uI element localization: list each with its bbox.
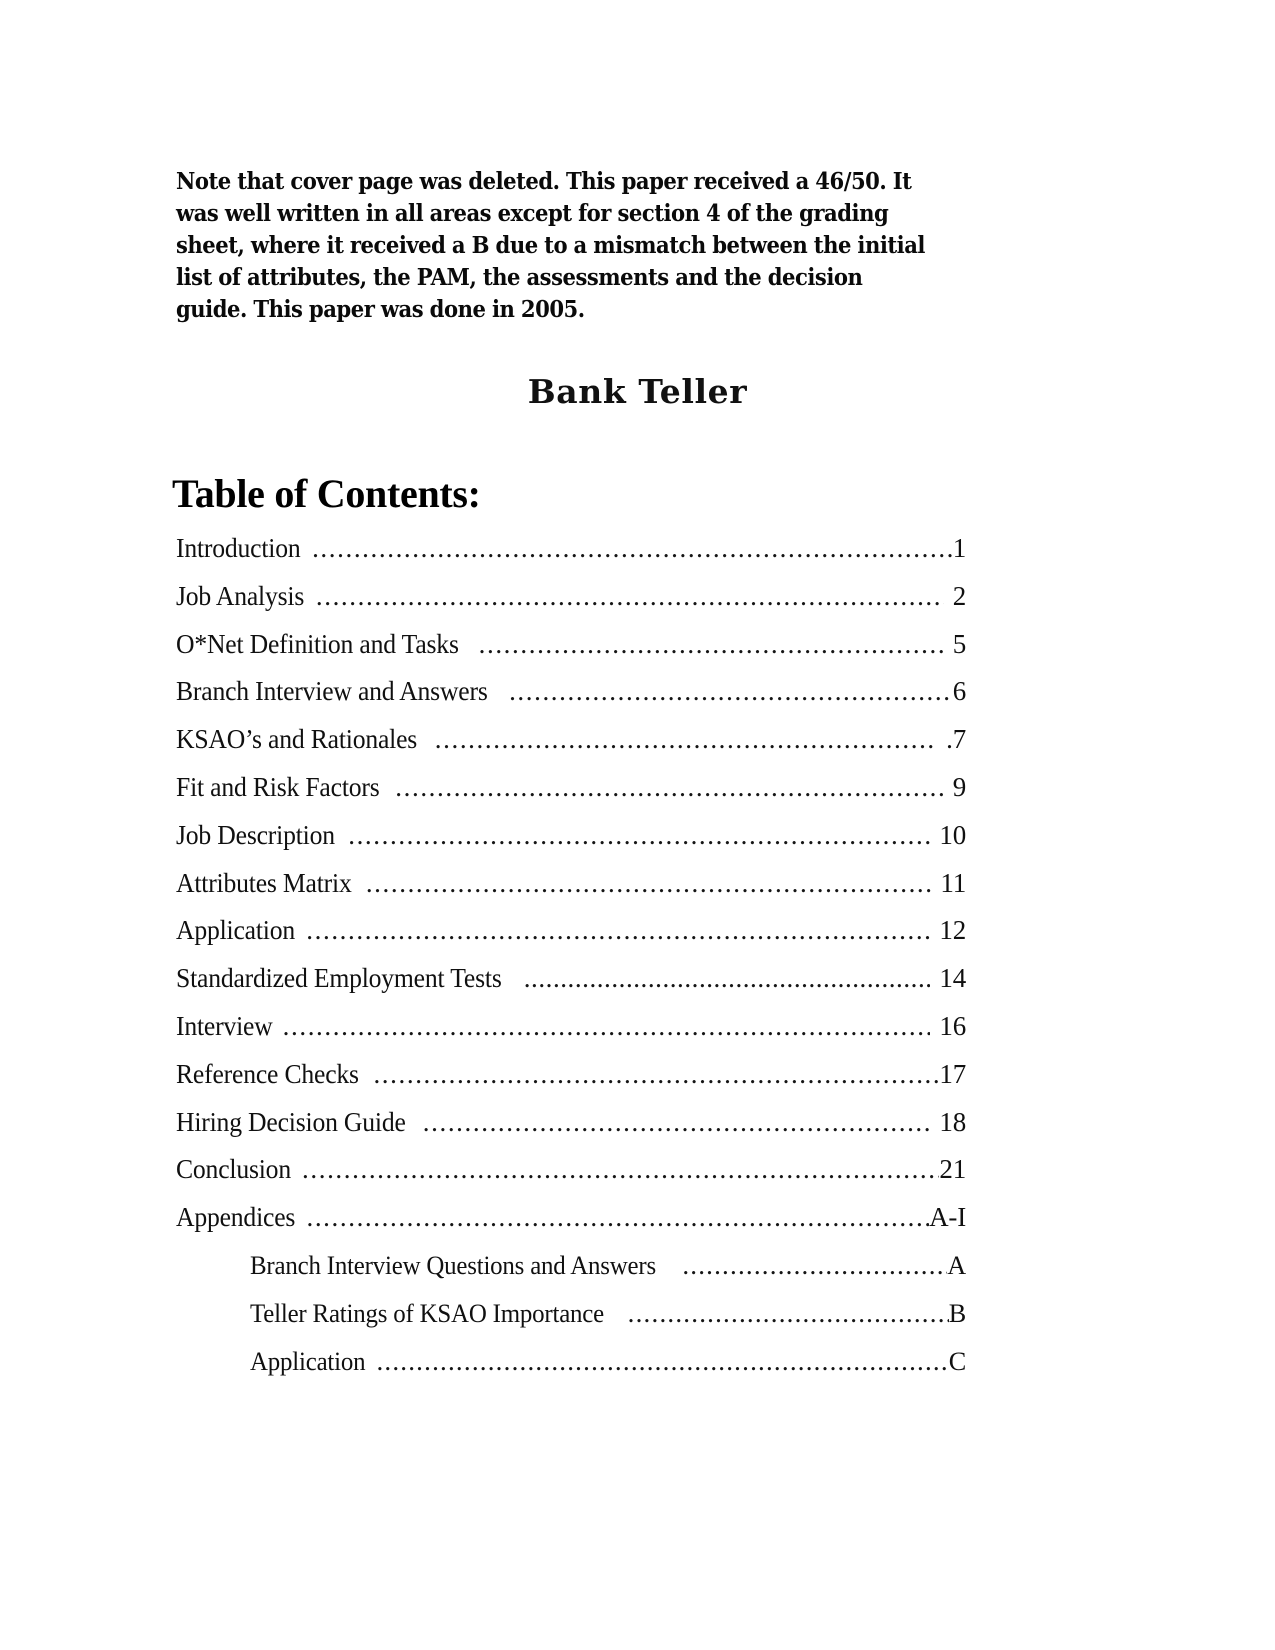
toc-entry-page: 14	[939, 963, 966, 994]
toc-entry[interactable]: Introduction 1	[176, 533, 966, 581]
toc-entry-label: Branch Interview and Answers	[176, 676, 488, 707]
toc-entry-label: Introduction	[176, 533, 301, 563]
toc-entry-page: A	[947, 1250, 966, 1280]
toc-dot-leader	[302, 1154, 939, 1185]
toc-entry-label: Standardized Employment Tests	[176, 963, 502, 994]
toc-entry[interactable]: Conclusion 21	[176, 1154, 966, 1202]
toc-entry-label: Attributes Matrix	[176, 867, 352, 898]
toc-dot-leader	[435, 724, 937, 755]
toc-entry[interactable]: Reference Checks 17	[176, 1059, 966, 1107]
toc-dot-leader	[306, 1202, 929, 1233]
toc-entry-page: 21	[939, 1154, 966, 1185]
toc-entry-page: B	[948, 1298, 966, 1328]
toc-dot-leader	[316, 581, 944, 612]
toc-entry-label: Job Description	[176, 819, 335, 850]
toc-entry-page: C	[948, 1346, 966, 1376]
toc-entry-page: 9	[952, 771, 967, 802]
toc-dot-leader	[628, 1298, 949, 1329]
toc-dot-leader	[524, 963, 931, 994]
toc-entry-label: Reference Checks	[176, 1058, 359, 1089]
table-of-contents-list: Introduction 1 Job Analysis 2 O*Net Defi…	[176, 533, 966, 1393]
toc-dot-leader	[682, 1250, 947, 1281]
toc-entry[interactable]: Job Description 10	[176, 820, 966, 868]
toc-entry-page: 17	[939, 1058, 966, 1089]
toc-entry-label: Application	[250, 1346, 366, 1376]
toc-dot-leader	[283, 1011, 931, 1042]
toc-entry-page: 11	[940, 867, 966, 898]
toc-entry-page: 6	[952, 676, 967, 707]
toc-entry[interactable]: Attributes Matrix 11	[176, 868, 966, 916]
document-page: Note that cover page was deleted. This p…	[0, 0, 1275, 1650]
toc-entry[interactable]: Hiring Decision Guide 18	[176, 1107, 966, 1155]
toc-entry-page: 2	[952, 580, 967, 611]
toc-dot-leader	[348, 820, 930, 851]
toc-entry[interactable]: Branch Interview and Answers 6	[176, 676, 966, 724]
toc-entry-label: Hiring Decision Guide	[176, 1106, 406, 1137]
toc-entry[interactable]: Fit and Risk Factors 9	[176, 772, 966, 820]
toc-appendix-entry[interactable]: Application C	[176, 1346, 966, 1394]
table-of-contents-heading: Table of Contents:	[172, 471, 481, 517]
toc-entry-page: 1	[952, 533, 967, 563]
toc-entry[interactable]: Application 12	[176, 915, 966, 963]
toc-entry[interactable]: Standardized Employment Tests 14	[176, 963, 966, 1011]
toc-dot-leader	[395, 772, 943, 803]
toc-dot-leader	[423, 1107, 931, 1138]
toc-entry-label: Conclusion	[176, 1154, 291, 1185]
toc-entry[interactable]: Interview 16	[176, 1011, 966, 1059]
toc-entry[interactable]: Job Analysis 2	[176, 581, 966, 629]
toc-dot-leader	[479, 629, 944, 660]
toc-appendix-entry[interactable]: Branch Interview Questions and Answers A	[176, 1250, 966, 1298]
toc-entry-label: O*Net Definition and Tasks	[176, 628, 459, 659]
toc-entry[interactable]: Appendices A-I	[176, 1202, 966, 1250]
toc-dot-leader	[366, 868, 932, 899]
toc-entry-page: 10	[939, 819, 966, 850]
instructor-note: Note that cover page was deleted. This p…	[176, 166, 925, 324]
toc-dot-leader	[376, 1346, 948, 1377]
toc-appendix-entry[interactable]: Teller Ratings of KSAO Importance B	[176, 1298, 966, 1346]
toc-entry-page: 5	[952, 628, 967, 659]
toc-dot-leader	[312, 533, 953, 564]
toc-entry[interactable]: KSAO’s and Rationales .7	[176, 724, 966, 772]
toc-entry-page: 16	[939, 1010, 966, 1041]
toc-entry-page: 18	[939, 1106, 966, 1137]
toc-entry-page: .7	[946, 724, 966, 755]
toc-entry-label: KSAO’s and Rationales	[176, 724, 418, 755]
toc-entry-page: A-I	[929, 1202, 966, 1233]
toc-entry-label: Interview	[176, 1010, 273, 1041]
toc-entry-label: Branch Interview Questions and Answers	[250, 1250, 656, 1280]
toc-entry-label: Teller Ratings of KSAO Importance	[250, 1298, 605, 1328]
toc-entry-label: Application	[176, 915, 296, 946]
toc-dot-leader	[509, 676, 953, 707]
toc-entry-page: 12	[939, 915, 966, 946]
toc-entry[interactable]: O*Net Definition and Tasks 5	[176, 629, 966, 677]
toc-dot-leader	[373, 1059, 939, 1090]
page-title: Bank Teller	[527, 372, 748, 412]
toc-entry-label: Job Analysis	[176, 580, 305, 611]
toc-entry-label: Appendices	[176, 1202, 296, 1233]
toc-entry-label: Fit and Risk Factors	[176, 771, 380, 802]
toc-dot-leader	[306, 915, 930, 946]
